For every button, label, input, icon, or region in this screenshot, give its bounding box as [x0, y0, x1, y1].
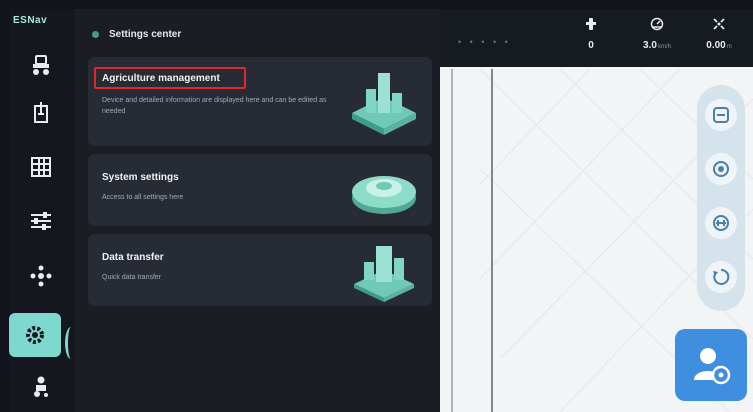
crosshair-icon	[713, 18, 725, 30]
recenter-icon	[713, 268, 730, 285]
speed-value: 3.0	[643, 40, 657, 51]
map-layer-button[interactable]	[705, 99, 737, 131]
card-title: Agriculture management	[102, 73, 220, 84]
gear-disc-icon	[352, 176, 416, 214]
nav-tractor[interactable]	[9, 43, 73, 87]
implement-icon	[34, 102, 48, 123]
back-icon[interactable]	[92, 31, 99, 38]
app-screen: ESNav Settings center Agriculture manage…	[0, 0, 753, 412]
recenter-button[interactable]	[705, 261, 737, 293]
panel-title: Settings center	[109, 29, 182, 40]
sliders-icon	[31, 212, 51, 230]
user-tractor-icon	[34, 376, 48, 397]
nav-network[interactable]	[9, 254, 73, 298]
track-icon	[713, 215, 729, 231]
data-tower-icon	[354, 246, 414, 302]
operator-button[interactable]	[675, 329, 747, 401]
network-icon	[30, 265, 52, 287]
signal-dots: • • • • •	[458, 37, 511, 47]
nav-settings[interactable]	[9, 313, 61, 357]
settings-panel: Settings center Agriculture management D…	[74, 9, 440, 412]
satellite-count: 0	[588, 40, 594, 51]
accuracy-value: 0.00	[706, 40, 726, 51]
map-tools	[697, 85, 745, 311]
map-layer-icon	[713, 107, 729, 123]
accuracy-unit: m	[726, 44, 732, 50]
accuracy-stat: 0.00m	[692, 17, 746, 53]
nav-user-tractor[interactable]	[9, 365, 73, 409]
card-title: System settings	[102, 172, 179, 183]
satellite-icon	[586, 18, 596, 30]
card-description: Access to all settings here	[102, 194, 184, 201]
brand-logo: ESNav	[13, 15, 48, 26]
nav-rail: ESNav	[9, 9, 73, 412]
speed-stat: 3.0km/h	[630, 17, 684, 53]
speedometer-icon	[650, 17, 664, 31]
nav-field[interactable]	[9, 145, 73, 189]
settings-icon	[26, 326, 44, 344]
building-stack-icon	[352, 73, 416, 135]
user-settings-icon	[694, 348, 731, 385]
track-button[interactable]	[705, 207, 737, 239]
speed-unit: km/h	[657, 44, 671, 50]
card-system-settings[interactable]: System settings Access to all settings h…	[88, 154, 432, 226]
camera-button[interactable]	[705, 153, 737, 185]
panel-header: Settings center	[92, 29, 181, 40]
card-data-transfer[interactable]: Data transfer Quick data transfer	[88, 234, 432, 306]
card-description: Device and detailed information are disp…	[102, 97, 327, 115]
field-grid-icon	[31, 157, 51, 177]
nav-implement[interactable]	[9, 91, 73, 135]
card-description: Quick data transfer	[102, 274, 162, 281]
satellite-stat: 0	[564, 17, 618, 53]
card-title: Data transfer	[102, 252, 164, 263]
tractor-icon	[33, 55, 49, 75]
card-agriculture-management[interactable]: Agriculture management Device and detail…	[88, 57, 432, 146]
nav-sliders[interactable]	[9, 199, 73, 243]
status-bar: • • • • • 0 3.0km/h 0.00m	[440, 9, 753, 67]
camera-icon	[713, 161, 729, 177]
